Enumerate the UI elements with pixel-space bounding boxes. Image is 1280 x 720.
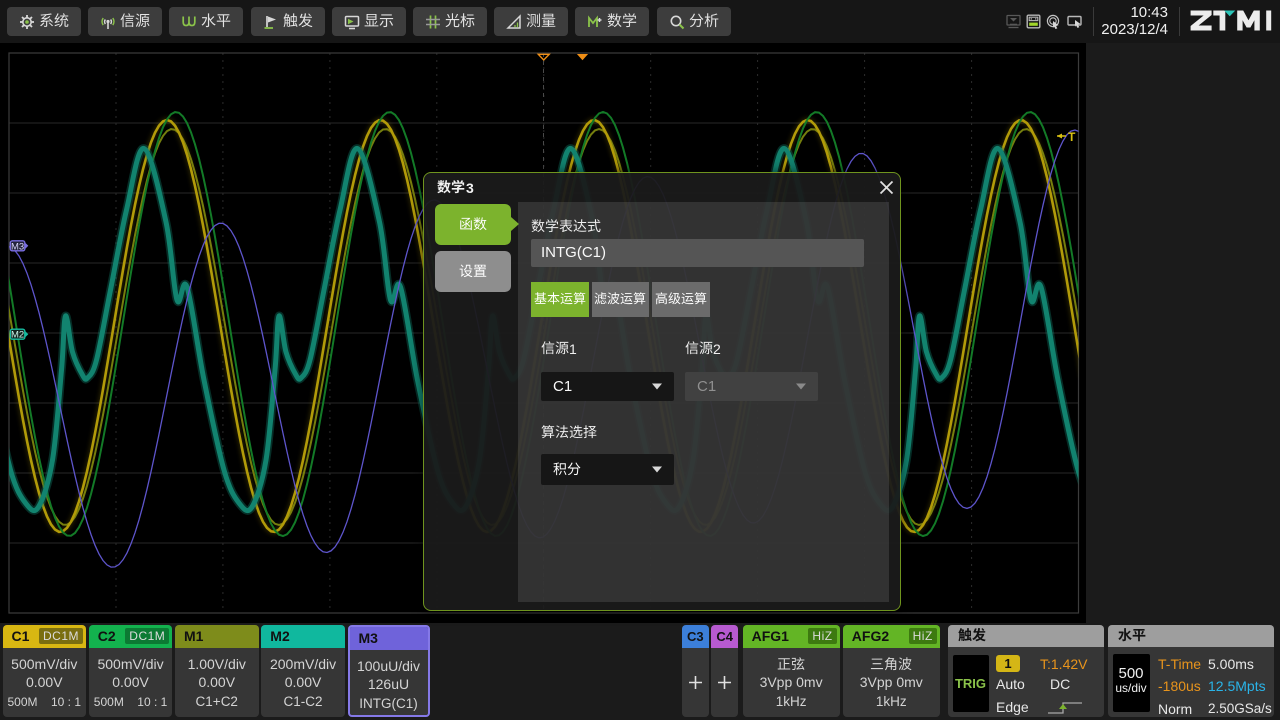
svg-text:T: T [1068, 130, 1076, 144]
svg-text:M3: M3 [11, 241, 24, 252]
svg-text:M2: M2 [11, 330, 24, 341]
